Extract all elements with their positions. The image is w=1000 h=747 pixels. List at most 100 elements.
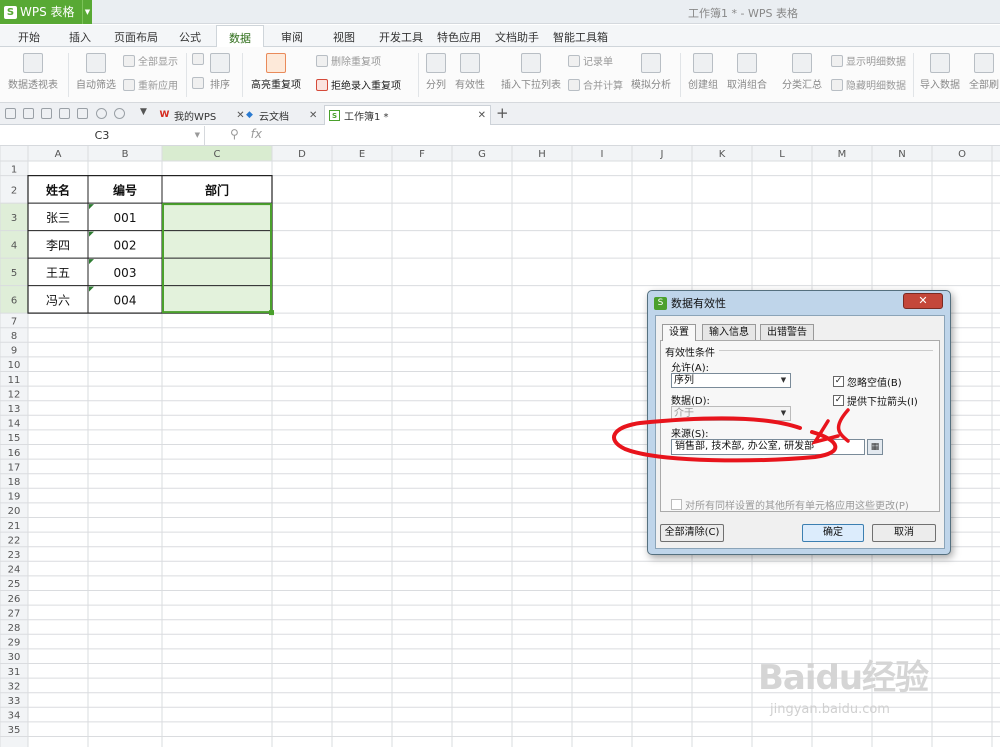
insert-dropdown-list-button[interactable]: 插入下拉列表	[501, 53, 561, 91]
redo-icon[interactable]	[114, 108, 125, 119]
row-header-13[interactable]: 13	[8, 404, 21, 415]
sort-button[interactable]: 排序	[210, 53, 230, 91]
row-header-34[interactable]: 34	[8, 711, 21, 722]
hide-detail-button[interactable]: 隐藏明细数据	[831, 77, 906, 92]
record-form-button[interactable]: 记录单	[568, 53, 613, 68]
column-header-b[interactable]: B	[122, 149, 129, 160]
what-if-analysis-button[interactable]: 模拟分析	[631, 53, 671, 91]
column-header-m[interactable]: M	[838, 149, 847, 160]
highlight-duplicates-button[interactable]: 高亮重复项	[251, 53, 301, 91]
row-header-29[interactable]: 29	[8, 638, 21, 649]
column-header-h[interactable]: H	[538, 149, 546, 160]
quick-access-chevron-icon[interactable]: ▼	[140, 107, 147, 117]
row-header-18[interactable]: 18	[8, 477, 21, 488]
column-header-k[interactable]: K	[719, 149, 726, 160]
column-header-o[interactable]: O	[958, 149, 966, 160]
row-header-5[interactable]: 5	[11, 268, 17, 279]
row-header-2[interactable]: 2	[11, 185, 17, 196]
tab-my-wps[interactable]: W 我的WPS ✕	[155, 105, 249, 125]
column-header-j[interactable]: J	[660, 149, 664, 160]
consolidate-button[interactable]: 合并计算	[568, 77, 623, 92]
reject-duplicates-button[interactable]: 拒绝录入重复项	[316, 77, 401, 92]
chevron-down-icon[interactable]: ▼	[82, 0, 92, 24]
table-header-cell[interactable]: 姓名	[46, 182, 70, 197]
menu-page-layout[interactable]: 页面布局	[114, 29, 158, 45]
column-header-d[interactable]: D	[298, 149, 306, 160]
table-cell[interactable]: 冯六	[46, 293, 70, 307]
menu-view[interactable]: 视图	[333, 29, 355, 45]
column-header-l[interactable]: L	[779, 149, 785, 160]
row-header-9[interactable]: 9	[11, 346, 17, 357]
close-icon[interactable]: ✕	[309, 110, 317, 121]
row-header-32[interactable]: 32	[8, 681, 21, 692]
row-header-35[interactable]: 35	[8, 725, 21, 736]
fx-icon[interactable]: fx	[251, 127, 262, 141]
subtotal-button[interactable]: 分类汇总	[782, 53, 822, 91]
source-input[interactable]: 销售部, 技术部, 办公室, 研发部	[671, 439, 865, 455]
column-header-c[interactable]: C	[214, 149, 221, 160]
row-header-31[interactable]: 31	[8, 667, 21, 678]
row-header-10[interactable]: 10	[8, 360, 21, 371]
row-header-26[interactable]: 26	[8, 594, 21, 605]
save-icon[interactable]	[23, 108, 34, 119]
menu-smart-toolbox[interactable]: 智能工具箱	[553, 29, 608, 45]
undo-icon[interactable]	[96, 108, 107, 119]
close-icon[interactable]: ✕	[478, 110, 486, 121]
create-group-button[interactable]: 创建组	[688, 53, 718, 91]
split-column-button[interactable]: 分列	[426, 53, 446, 91]
tab-cloud-docs[interactable]: ◆ 云文档 ✕	[240, 105, 321, 125]
fill-handle[interactable]	[269, 310, 274, 316]
row-header-27[interactable]: 27	[8, 608, 21, 619]
table-cell[interactable]: 001	[114, 211, 137, 225]
save-as-icon[interactable]	[41, 108, 52, 119]
menu-special[interactable]: 特色应用	[437, 29, 481, 45]
row-header-6[interactable]: 6	[11, 295, 17, 306]
menu-insert[interactable]: 插入	[69, 29, 91, 45]
refresh-all-button[interactable]: 全部刷	[969, 53, 999, 91]
row-header-17[interactable]: 17	[8, 462, 21, 473]
allow-select[interactable]: 序列 ▼	[671, 373, 791, 388]
print-preview-icon[interactable]	[77, 108, 88, 119]
row-header-15[interactable]: 15	[8, 433, 21, 444]
menu-doc-assistant[interactable]: 文档助手	[495, 29, 539, 45]
column-header-i[interactable]: I	[601, 149, 604, 160]
dropdown-arrow-checkbox[interactable]: ✓ 提供下拉箭头(I)	[833, 393, 918, 408]
chevron-down-icon[interactable]: ▼	[195, 126, 200, 145]
menu-home[interactable]: 开始	[18, 29, 40, 45]
table-cell[interactable]: 003	[114, 266, 137, 280]
menu-formula[interactable]: 公式	[179, 29, 201, 45]
table-cell[interactable]: 李四	[46, 237, 70, 252]
app-menu-button[interactable]: S WPS 表格 ▼	[0, 0, 92, 24]
ungroup-button[interactable]: 取消组合	[727, 53, 767, 91]
row-header-14[interactable]: 14	[8, 419, 21, 430]
cancel-button[interactable]: 取消	[872, 524, 936, 542]
new-tab-plus-icon[interactable]: +	[496, 104, 509, 122]
row-header-24[interactable]: 24	[8, 565, 21, 576]
row-header-23[interactable]: 23	[8, 550, 21, 561]
close-button[interactable]: ✕	[903, 293, 943, 309]
table-header-cell[interactable]: 部门	[205, 182, 229, 197]
show-all-button[interactable]: 全部显示	[123, 53, 178, 68]
range-picker-icon[interactable]: ▦	[867, 439, 883, 455]
menu-data[interactable]: 数据	[216, 25, 264, 47]
row-header-30[interactable]: 30	[8, 652, 21, 663]
name-box[interactable]: C3 ▼	[0, 126, 205, 145]
tab-workbook1[interactable]: S 工作簿1 * ✕	[324, 105, 491, 125]
reapply-button[interactable]: 重新应用	[123, 77, 178, 92]
row-header-22[interactable]: 22	[8, 535, 21, 546]
tab-error-alert[interactable]: 出错警告	[760, 324, 814, 340]
row-header-25[interactable]: 25	[8, 579, 21, 590]
row-header-7[interactable]: 7	[11, 316, 17, 327]
table-cell[interactable]: 王五	[46, 266, 70, 280]
table-cell[interactable]: 004	[114, 293, 137, 307]
row-header-33[interactable]: 33	[8, 696, 21, 707]
row-header-28[interactable]: 28	[8, 623, 21, 634]
row-header-16[interactable]: 16	[8, 448, 21, 459]
import-data-button[interactable]: 导入数据	[920, 53, 960, 91]
delete-duplicates-button[interactable]: 删除重复项	[316, 53, 381, 68]
column-header-a[interactable]: A	[55, 149, 62, 160]
validity-button[interactable]: 有效性	[455, 53, 485, 91]
row-header-21[interactable]: 21	[8, 521, 21, 532]
row-header-20[interactable]: 20	[8, 506, 21, 517]
pivot-table-button[interactable]: 数据透视表	[8, 53, 58, 91]
